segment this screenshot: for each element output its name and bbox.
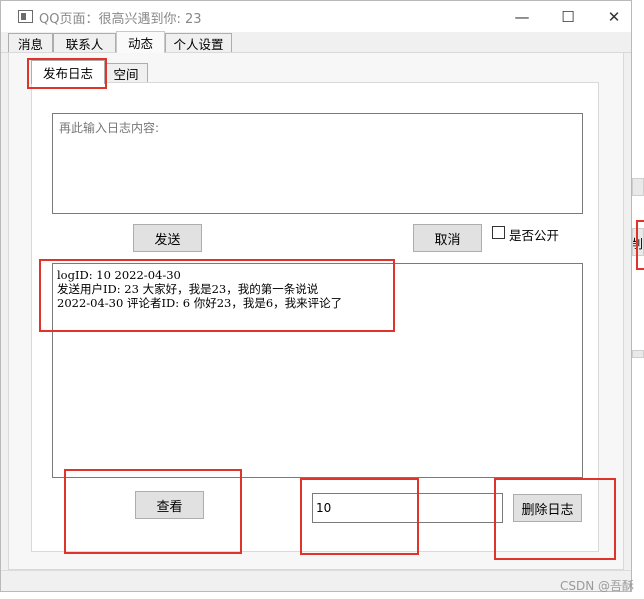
cancel-button[interactable]: 取消 [413,224,482,252]
background-annotation-box [636,220,644,270]
tab-contacts[interactable]: 联系人 [53,33,116,52]
log-content-input[interactable]: 再此输入日志内容: [52,113,583,214]
public-checkbox-label: 是否公开 [509,228,560,243]
annotation-box-delete [494,478,616,560]
title-bar: QQ页面：很高兴遇到你: 23 — ☐ ✕ [1,1,631,32]
annotation-box-view [64,469,242,554]
minimize-button[interactable]: — [499,1,545,32]
window-title: QQ页面：很高兴遇到你: 23 [39,12,202,27]
tab-moments[interactable]: 动态 [116,31,165,53]
status-bar [1,570,631,591]
close-button[interactable]: ✕ [591,1,637,32]
background-window-edge [632,178,644,196]
annotation-box-log-text [39,259,395,332]
tab-space[interactable]: 空间 [104,63,148,83]
annotation-box-publish-tab [27,58,107,89]
watermark: CSDN @吾酥 [560,579,635,593]
tab-feed[interactable]: 个人设置 [165,33,232,52]
maximize-button[interactable]: ☐ [545,1,591,32]
annotation-box-id-input [300,478,419,555]
tab-messages[interactable]: 消息 [8,33,53,52]
send-button[interactable]: 发送 [133,224,202,252]
public-checkbox[interactable] [492,226,505,239]
app-window-icon [18,10,33,23]
background-window-strip [632,350,644,358]
